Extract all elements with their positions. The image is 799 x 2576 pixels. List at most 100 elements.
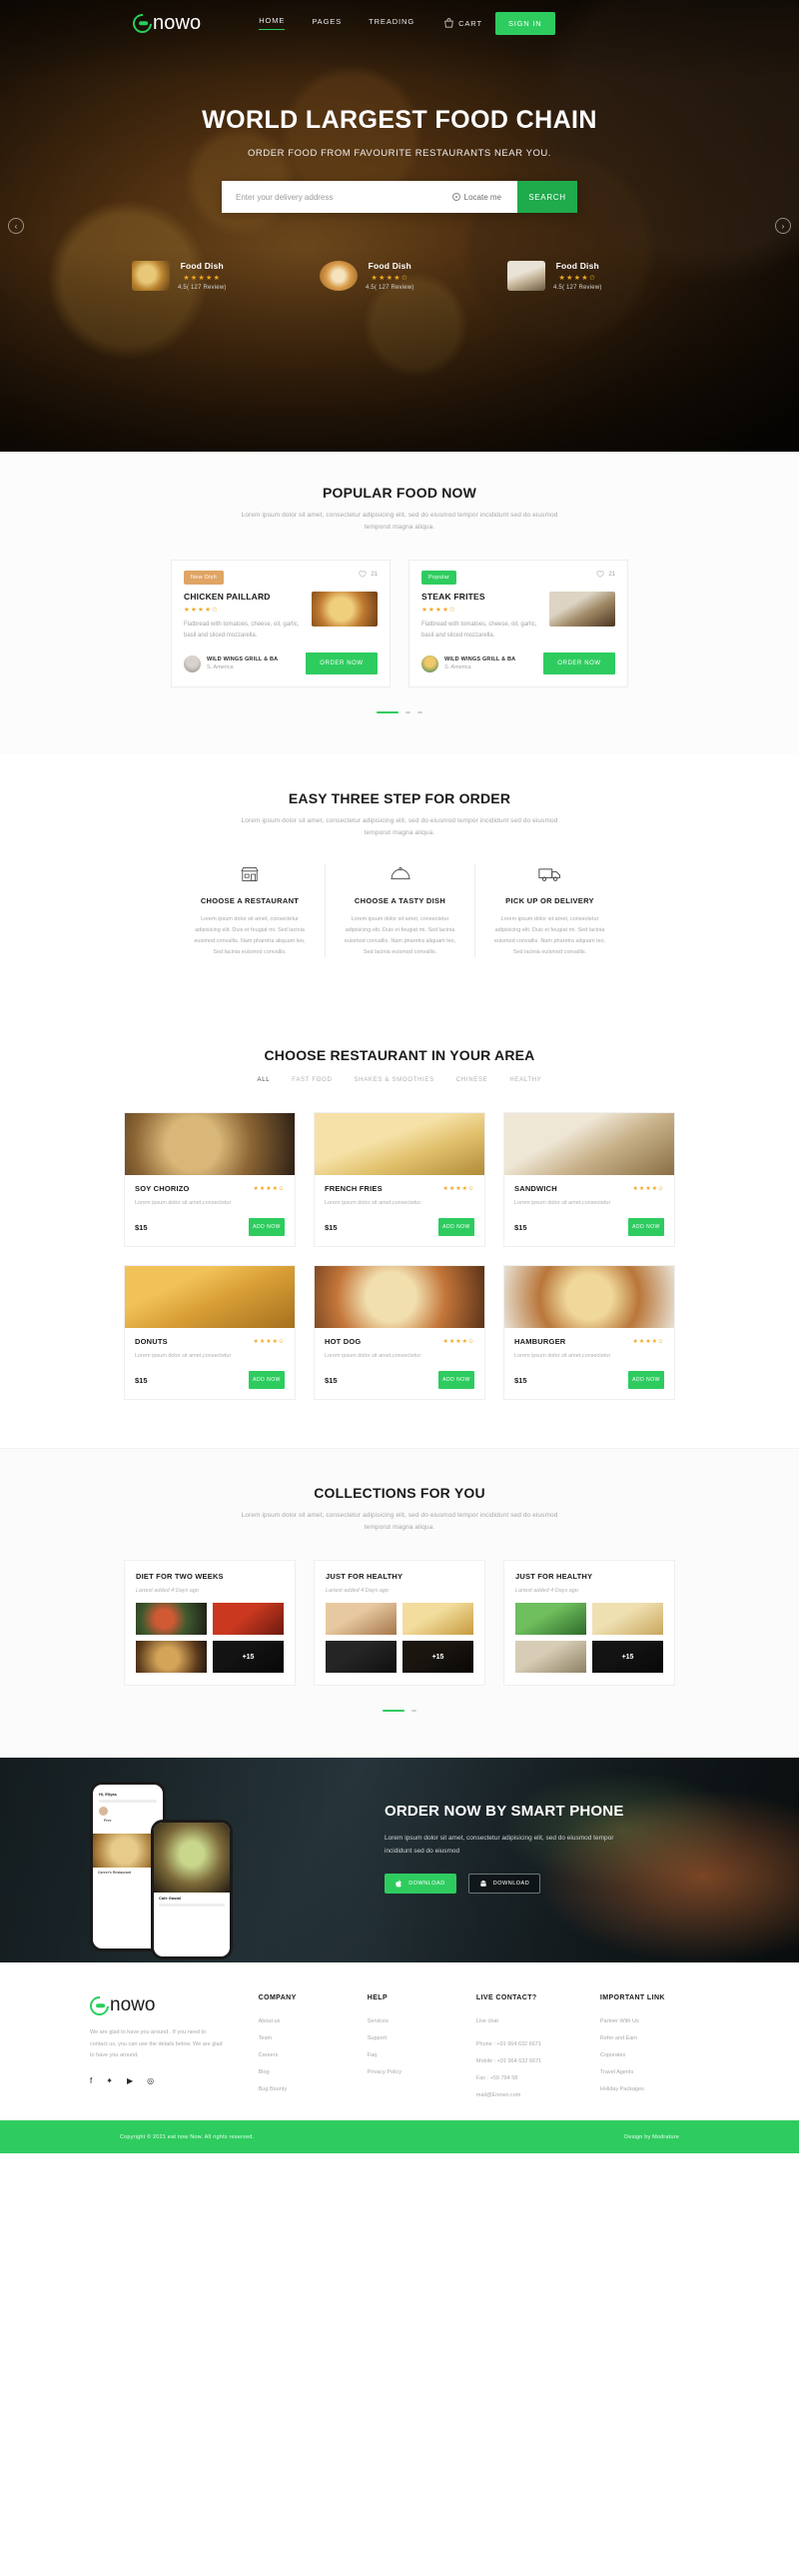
- phone-mockup-front: Cafe Gastal: [151, 1820, 233, 1960]
- footer-link[interactable]: Team: [259, 2035, 368, 2041]
- carousel-dot-3[interactable]: [417, 711, 422, 714]
- footer-link[interactable]: Support: [368, 2035, 476, 2041]
- collection-card[interactable]: JUST FOR HEALTHY Lartest added 4 Days ag…: [503, 1560, 675, 1687]
- add-now-button[interactable]: ADD NOW: [628, 1218, 664, 1237]
- add-now-button[interactable]: ADD NOW: [249, 1371, 285, 1390]
- footer-link[interactable]: About us: [259, 2018, 368, 2024]
- restaurant-card[interactable]: SOY CHORIZO ★★★★✩ Lorem ipsum dolor sit …: [124, 1112, 296, 1248]
- hero-dish-item[interactable]: Food Dish ★★★★✩ 4.5( 127 Review): [320, 261, 479, 291]
- collection-card[interactable]: JUST FOR HEALTHY Lartest added 4 Days ag…: [314, 1560, 485, 1687]
- download-apple-button[interactable]: DOWNLOAD: [385, 1874, 456, 1895]
- footer-about-text: We are glad to have you around . If you …: [90, 2029, 223, 2059]
- delivery-address-input[interactable]: [222, 181, 452, 213]
- sign-in-button[interactable]: SIGN IN: [494, 11, 555, 35]
- restaurant-card-stars: ★★★★✩: [442, 1339, 474, 1346]
- carousel-dot-2[interactable]: [405, 711, 410, 714]
- status-badge: New Dish: [184, 571, 224, 586]
- cart-button[interactable]: CART: [444, 18, 482, 28]
- popular-card[interactable]: New Dish 21 CHICKEN PAILLARD ★★★★✩ Flatb…: [171, 560, 391, 688]
- add-now-button[interactable]: ADD NOW: [438, 1371, 474, 1390]
- order-now-button[interactable]: ORDER NOW: [543, 652, 615, 675]
- add-now-button[interactable]: ADD NOW: [628, 1371, 664, 1390]
- tab-chinese[interactable]: CHINESE: [456, 1077, 488, 1086]
- footer-link[interactable]: Privacy Policy: [368, 2069, 476, 2075]
- footer-link[interactable]: Live chat: [476, 2018, 600, 2024]
- tab-fast-food[interactable]: FAST FOOD: [292, 1077, 332, 1086]
- footer-link[interactable]: Refer and Earn: [600, 2035, 709, 2041]
- restaurant-card[interactable]: HAMBURGER ★★★★✩ Lorem ipsum dolor sit am…: [503, 1265, 675, 1401]
- dish-name: Food Dish: [368, 261, 411, 271]
- restaurant-card-name: SANDWICH: [514, 1184, 557, 1194]
- footer-link[interactable]: Services: [368, 2018, 476, 2024]
- tab-healthy[interactable]: HEALTHY: [509, 1077, 541, 1086]
- step-desc: Lorem ipsum dolor sit amet, consectetur …: [194, 916, 306, 956]
- footer-logo[interactable]: nowo: [86, 1991, 259, 2019]
- restaurant-card-price: $15: [325, 1222, 338, 1232]
- restaurant-card[interactable]: SANDWICH ★★★★✩ Lorem ipsum dolor sit ame…: [503, 1112, 675, 1248]
- hero-next-arrow[interactable]: ›: [775, 218, 791, 234]
- facebook-icon[interactable]: f: [90, 2076, 92, 2085]
- collection-thumb[interactable]: +15: [402, 1641, 473, 1674]
- delivery-truck-icon: [537, 868, 560, 882]
- download-android-button[interactable]: DOWNLOAD: [468, 1874, 540, 1895]
- footer-column-contact: LIVE CONTACT? Live chat Phone : +91 964 …: [476, 1994, 600, 2098]
- youtube-icon[interactable]: ▶: [127, 2076, 133, 2085]
- popular-card[interactable]: Popular 21 STEAK FRITES ★★★★✩ Flatbread …: [408, 560, 628, 688]
- phone-mockups: Hi, Ellyas Free Career's Restaurant Cafe…: [85, 1758, 385, 1962]
- footer-link[interactable]: Partner With Us: [600, 2018, 709, 2024]
- restaurant-card-price: $15: [135, 1222, 148, 1232]
- collection-thumb[interactable]: +15: [592, 1641, 663, 1674]
- heart-outline-icon: [359, 571, 367, 578]
- hero-dish-item[interactable]: Food Dish ★★★★✩ 4.5( 127 Review): [507, 261, 667, 291]
- restaurant-card[interactable]: DONUTS ★★★★✩ Lorem ipsum dolor sit amet,…: [124, 1265, 296, 1401]
- brand-logo[interactable]: nowo: [129, 9, 201, 37]
- food-cloche-icon: [390, 867, 410, 880]
- add-now-button[interactable]: ADD NOW: [438, 1218, 474, 1237]
- collection-thumb: [136, 1641, 207, 1674]
- location-pin-icon: [451, 193, 460, 201]
- restaurant-card-desc: Lorem ipsum dolor sit amet,consectetur: [135, 1353, 232, 1360]
- footer-link[interactable]: Bug Bounty: [259, 2086, 368, 2092]
- like-counter[interactable]: 21: [596, 571, 615, 578]
- footer-link[interactable]: Faq: [368, 2052, 476, 2058]
- nav-item-home[interactable]: HOME: [259, 16, 286, 30]
- search-button[interactable]: SEARCH: [517, 181, 577, 213]
- footer-link[interactable]: Coporates: [600, 2052, 709, 2058]
- tab-all[interactable]: ALL: [258, 1077, 271, 1086]
- phone-banner-copy: ORDER NOW BY SMART PHONE Lorem ipsum dol…: [385, 1758, 799, 1962]
- apple-icon: [396, 1880, 402, 1888]
- footer-link[interactable]: Blog: [259, 2069, 368, 2075]
- download-apple-label: DOWNLOAD: [408, 1881, 445, 1888]
- collection-card[interactable]: DIET FOR TWO WEEKS Lartest added 4 Days …: [124, 1560, 296, 1687]
- footer-link[interactable]: Careers: [259, 2052, 368, 2058]
- restaurant-card[interactable]: FRENCH FRIES ★★★★✩ Lorem ipsum dolor sit…: [314, 1112, 485, 1248]
- restaurant-card[interactable]: HOT DOG ★★★★✩ Lorem ipsum dolor sit amet…: [314, 1265, 485, 1401]
- instagram-icon[interactable]: ◎: [147, 2076, 154, 2085]
- popular-title: POPULAR FOOD NOW: [322, 485, 477, 501]
- footer-link[interactable]: Holiday Packages: [600, 2086, 709, 2092]
- nav-item-treading[interactable]: TREADING: [369, 17, 414, 30]
- carousel-dot-1[interactable]: [383, 1710, 404, 1713]
- hero-dish-item[interactable]: Food Dish ★★★★★ 4.5( 127 Review): [132, 261, 292, 291]
- locate-me-label: Locate me: [463, 192, 501, 202]
- hero-prev-arrow[interactable]: ‹: [8, 218, 24, 234]
- restaurant-card-stars: ★★★★✩: [253, 1186, 285, 1193]
- collection-thumb: [515, 1603, 586, 1636]
- nav-item-pages[interactable]: PAGES: [312, 17, 342, 30]
- carousel-dot-2[interactable]: [411, 1710, 416, 1713]
- order-now-button[interactable]: ORDER NOW: [306, 652, 378, 675]
- add-now-button[interactable]: ADD NOW: [249, 1218, 285, 1237]
- collection-thumb[interactable]: +15: [213, 1641, 284, 1674]
- step-item: CHOOSE A TASTY DISH Lorem ipsum dolor si…: [325, 863, 474, 959]
- tab-shakes-smoothies[interactable]: SHAKES & SMOOTHIES: [354, 1077, 433, 1086]
- restaurant-card-desc: Lorem ipsum dolor sit amet,consectetur: [514, 1200, 611, 1207]
- carousel-dot-1[interactable]: [377, 711, 399, 714]
- popular-cards: New Dish 21 CHICKEN PAILLARD ★★★★✩ Flatb…: [0, 560, 799, 688]
- restaurant-card-image: [125, 1266, 295, 1329]
- mock-greeting: Hi, Ellyas: [99, 1792, 117, 1798]
- footer-email[interactable]: mail@Enowo.com: [476, 2092, 600, 2098]
- footer-link[interactable]: Travel Agents: [600, 2069, 709, 2075]
- locate-me-button[interactable]: Locate me: [451, 192, 517, 202]
- like-counter[interactable]: 21: [359, 571, 378, 578]
- twitter-icon[interactable]: ✦: [106, 2076, 113, 2085]
